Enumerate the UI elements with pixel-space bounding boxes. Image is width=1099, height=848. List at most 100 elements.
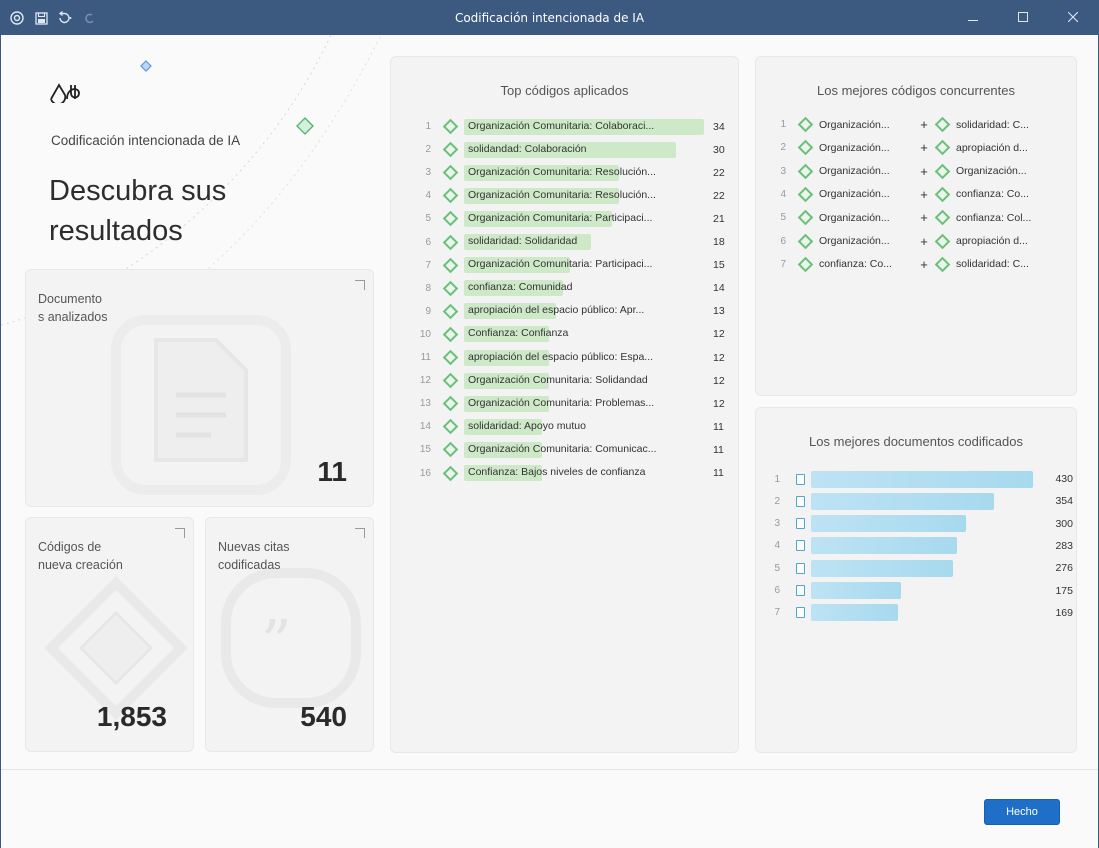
hero-title: Descubra sus resultados bbox=[49, 171, 226, 251]
rank-number: 7 bbox=[425, 259, 431, 271]
document-watermark-icon bbox=[111, 315, 291, 495]
done-button[interactable]: Hecho bbox=[984, 799, 1060, 825]
hero-title-line-1: Descubra sus bbox=[49, 175, 227, 207]
code-label: apropiación del espacio público: Apr... bbox=[468, 304, 645, 317]
top-documents-panel: Los mejores documentos codificados 1 430 2… bbox=[755, 407, 1077, 753]
top-code-row[interactable]: 5 Organización Comunitaria: Participaci..… bbox=[411, 207, 747, 230]
code-count: 12 bbox=[713, 351, 725, 364]
code-diamond-icon bbox=[797, 186, 814, 203]
plus-icon: + bbox=[920, 163, 928, 179]
title-bar: Codificación intencionada de IA bbox=[1, 1, 1098, 35]
new-quotes-value: 540 bbox=[300, 701, 347, 732]
rank-number: 11 bbox=[420, 352, 431, 363]
blue-diamond-icon bbox=[140, 57, 152, 76]
code-bar-track: Organización Comunitaria: Comunicac... bbox=[464, 441, 707, 458]
close-button[interactable] bbox=[1048, 1, 1098, 35]
new-quotes-label-line-2: codificadas bbox=[218, 558, 281, 572]
top-code-row[interactable]: 6 solidaridad: Solidaridad 18 bbox=[411, 231, 747, 254]
rank-number: 12 bbox=[419, 375, 431, 387]
top-code-row[interactable]: 1 Organización Comunitaria: Colaboraci...… bbox=[411, 115, 747, 138]
maximize-button[interactable] bbox=[998, 1, 1048, 35]
minimize-button[interactable] bbox=[948, 1, 998, 35]
co-occurring-codes-panel: Los mejores códigos concurrentes 1 Organi… bbox=[755, 56, 1077, 396]
co-code-row[interactable]: 6 Organización... + apropiación d... bbox=[766, 230, 1050, 253]
code-label: solidaridad: Solidaridad bbox=[468, 235, 578, 247]
new-codes-label: Códigos de nueva creación bbox=[38, 538, 123, 574]
top-code-row[interactable]: 15 Organización Comunitaria: Comunicac...… bbox=[411, 438, 747, 461]
top-code-row[interactable]: 12 Organización Comunitaria: Solidandad 12 bbox=[411, 369, 747, 392]
expand-corner-icon[interactable] bbox=[175, 528, 185, 538]
code-count: 12 bbox=[713, 328, 725, 341]
document-bar bbox=[811, 537, 958, 555]
rank-number: 1 bbox=[425, 121, 431, 132]
code-diamond-icon bbox=[442, 419, 459, 435]
document-icon bbox=[796, 473, 805, 485]
top-code-row[interactable]: 11 apropiación del espacio público: Espa.… bbox=[411, 346, 747, 369]
top-code-row[interactable]: 14 solidaridad: Apoyo mutuo 11 bbox=[411, 415, 747, 438]
document-icon bbox=[796, 518, 805, 530]
new-codes-card: Códigos de nueva creación 1,853 bbox=[25, 517, 194, 752]
document-bar-track bbox=[811, 492, 1033, 510]
new-codes-value: 1,853 bbox=[96, 701, 167, 732]
code-bar-track: apropiación del espacio público: Apr... bbox=[464, 303, 707, 320]
quote-watermark-icon: ” bbox=[221, 568, 361, 708]
co-code-b: solidaridad: C... bbox=[956, 118, 1029, 131]
expand-corner-icon[interactable] bbox=[355, 280, 365, 290]
rank-number: 5 bbox=[780, 212, 786, 224]
code-diamond-icon bbox=[934, 209, 951, 226]
code-count: 11 bbox=[713, 443, 724, 456]
code-diamond-icon bbox=[797, 209, 814, 226]
co-code-row[interactable]: 5 Organización... + confianza: Col... bbox=[766, 206, 1050, 229]
expand-corner-icon[interactable] bbox=[355, 528, 365, 538]
documents-analyzed-card: Documento s analizados 11 bbox=[25, 269, 374, 507]
code-diamond-icon bbox=[797, 116, 814, 133]
rank-number: 2 bbox=[774, 495, 780, 507]
top-document-row[interactable]: 5 276 bbox=[768, 557, 1073, 579]
code-count: 13 bbox=[713, 305, 725, 318]
top-document-row[interactable]: 4 283 bbox=[768, 535, 1073, 557]
code-diamond-icon bbox=[442, 442, 459, 458]
documents-analyzed-label: Documento s analizados bbox=[38, 290, 108, 326]
maximize-icon bbox=[1018, 10, 1028, 26]
document-bar bbox=[811, 492, 994, 510]
code-label: apropiación del espacio público: Espa... bbox=[468, 350, 654, 363]
co-code-row[interactable]: 1 Organización... + solidaridad: C... bbox=[766, 113, 1050, 136]
green-diamond-icon bbox=[296, 117, 314, 139]
top-code-row[interactable]: 9 apropiación del espacio público: Apr...… bbox=[411, 300, 747, 323]
top-document-row[interactable]: 6 175 bbox=[768, 580, 1073, 602]
code-count: 22 bbox=[713, 189, 725, 202]
top-document-row[interactable]: 2 354 bbox=[768, 490, 1073, 512]
top-code-row[interactable]: 16 Confianza: Bajos niveles de confianza 1… bbox=[411, 462, 747, 485]
top-code-row[interactable]: 8 confianza: Comunidad 14 bbox=[411, 277, 747, 300]
code-diamond-icon bbox=[797, 233, 814, 249]
code-bar-track: Organización Comunitaria: Resolución... bbox=[464, 187, 707, 204]
co-code-b: apropiación d... bbox=[956, 141, 1028, 154]
co-code-row[interactable]: 3 Organización... + Organización... bbox=[766, 160, 1050, 183]
rank-number: 3 bbox=[774, 518, 780, 530]
top-code-row[interactable]: 13 Organización Comunitaria: Problemas...… bbox=[411, 392, 747, 415]
top-document-row[interactable]: 3 300 bbox=[768, 513, 1073, 535]
top-code-row[interactable]: 7 Organización Comunitaria: Participaci..… bbox=[411, 254, 747, 277]
top-code-row[interactable]: 4 Organización Comunitaria: Resolución...… bbox=[411, 184, 747, 207]
plus-icon: + bbox=[920, 186, 928, 202]
code-label: confianza: Comunidad bbox=[468, 281, 573, 294]
top-document-row[interactable]: 7 169 bbox=[768, 602, 1073, 624]
co-code-b: confianza: Col... bbox=[956, 211, 1032, 224]
code-bar-track: Confianza: Confianza bbox=[464, 326, 707, 343]
code-bar-track: Organización Comunitaria: Solidandad bbox=[464, 372, 707, 389]
co-code-row[interactable]: 2 Organización... + apropiación d... bbox=[766, 136, 1050, 159]
top-code-row[interactable]: 2 solidandad: Colaboración 30 bbox=[411, 138, 747, 161]
top-code-row[interactable]: 10 Confianza: Confianza 12 bbox=[411, 323, 747, 346]
top-document-row[interactable]: 1 430 bbox=[768, 468, 1073, 490]
window-controls bbox=[948, 1, 1098, 35]
co-code-row[interactable]: 7 confianza: Co... + solidaridad: C... bbox=[766, 253, 1050, 276]
top-code-row[interactable]: 3 Organización Comunitaria: Resolución...… bbox=[411, 161, 747, 184]
code-bar-track: Organización Comunitaria: Resolución... bbox=[464, 164, 707, 181]
co-code-row[interactable]: 4 Organización... + confianza: Co... bbox=[766, 183, 1050, 206]
document-count: 354 bbox=[1055, 495, 1073, 508]
document-bar-track bbox=[811, 537, 1033, 555]
footer bbox=[1, 770, 1098, 848]
code-bar-track: confianza: Comunidad bbox=[464, 280, 707, 297]
code-count: 34 bbox=[713, 120, 725, 133]
rank-number: 3 bbox=[425, 167, 431, 179]
